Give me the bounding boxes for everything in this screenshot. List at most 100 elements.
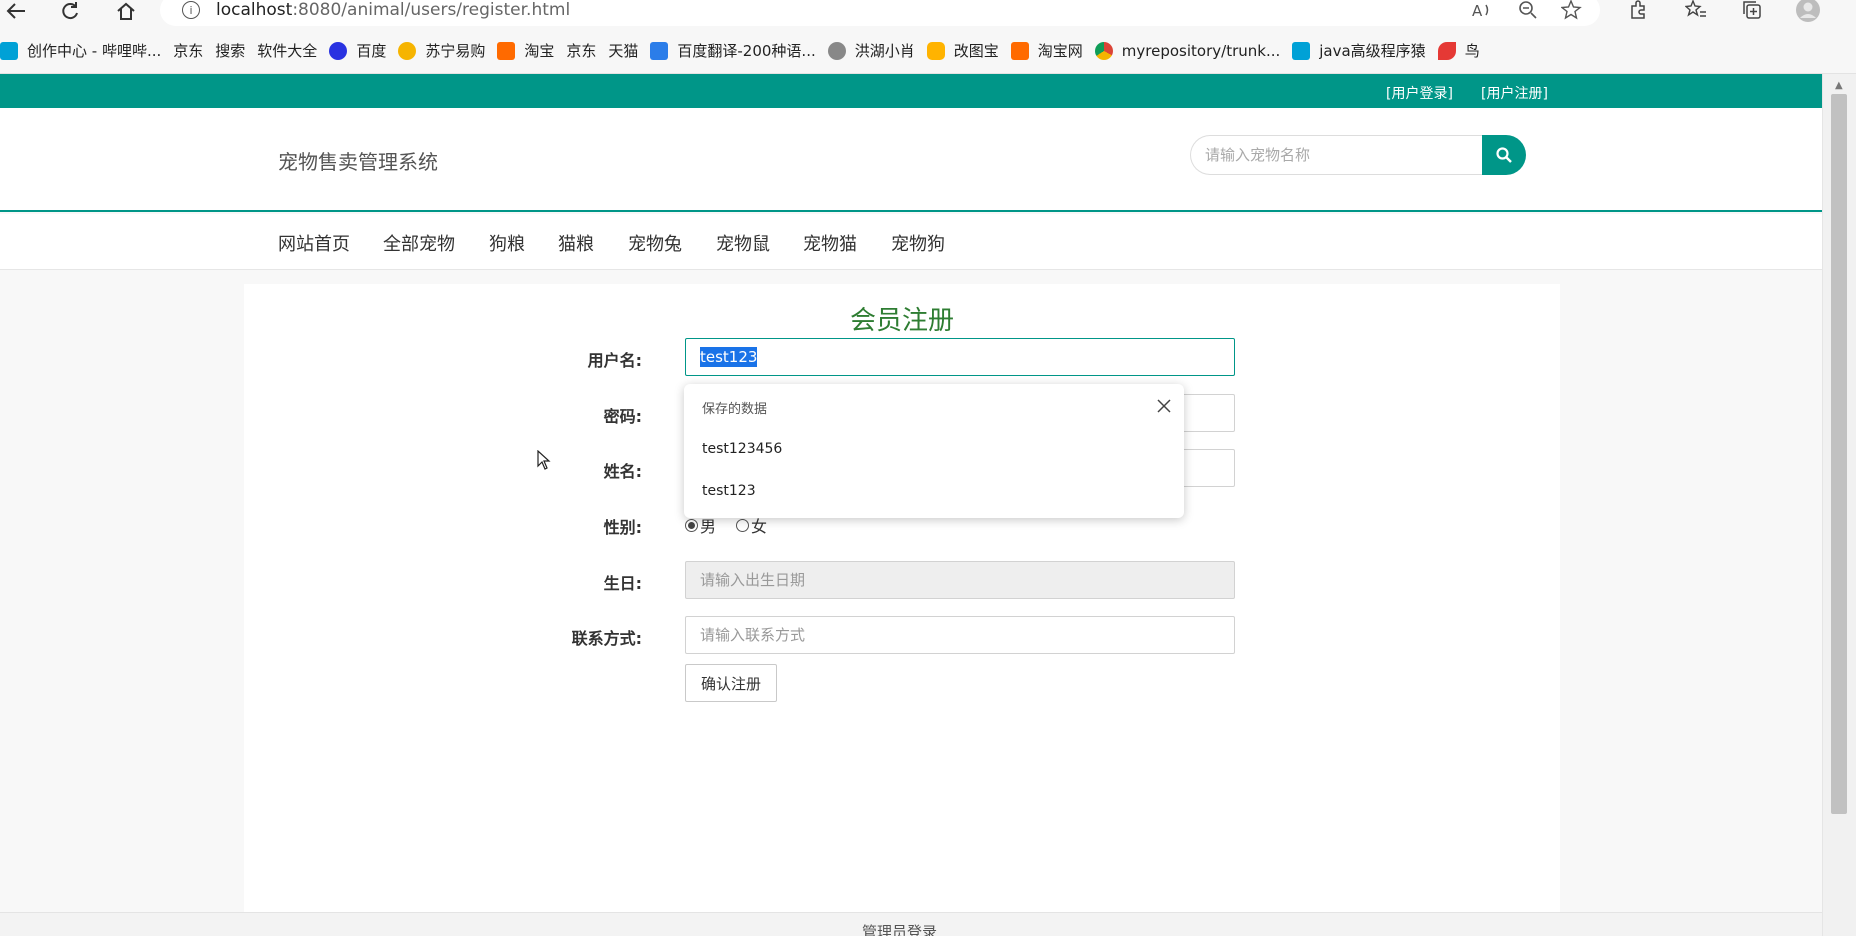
info-icon[interactable]: i — [182, 1, 200, 19]
bookmark-label: 洪湖小肖 — [854, 42, 915, 60]
close-icon[interactable] — [1154, 396, 1174, 416]
scrollbar-thumb[interactable] — [1831, 94, 1847, 814]
confirm-register-button[interactable]: 确认注册 — [685, 664, 777, 702]
gender-female-radio[interactable] — [736, 518, 750, 532]
bookmark-item[interactable]: 京东 — [4, 36, 608, 119]
svg-text:A: A — [1472, 2, 1483, 19]
username-value: test123 — [700, 347, 758, 367]
form-title: 会员注册 — [849, 306, 954, 336]
birthday-label: 生日: — [603, 574, 642, 593]
zoom-out-icon[interactable] — [1514, 0, 1542, 22]
url-text: localhost:8080/animal/users/register.htm… — [216, 0, 571, 20]
chrome-icon — [1094, 41, 1113, 60]
bookmark-label: myrepository/trunk... — [1121, 41, 1281, 60]
bookmark-label: 搜索 — [215, 42, 246, 60]
bookmark-item[interactable]: 天猫 — [4, 36, 650, 119]
bird-icon — [1437, 41, 1456, 60]
admin-login-link[interactable]: 管理员登录 — [862, 921, 937, 936]
bookmark-item[interactable]: 搜索 — [4, 36, 257, 119]
honghu-icon — [827, 41, 846, 60]
nav-item-dog-food[interactable]: 狗粮 — [489, 230, 525, 256]
bookmark-item[interactable]: 鸟 — [1437, 36, 1492, 66]
scroll-up-icon[interactable]: ▲ — [1835, 80, 1843, 91]
top-bar: [用户登录] [用户注册] — [0, 74, 1822, 108]
birthday-input[interactable] — [685, 561, 1235, 599]
site-header: 宠物售卖管理系统 — [0, 108, 1822, 212]
nav-item-rabbit[interactable]: 宠物兔 — [628, 230, 682, 256]
bookmark-item[interactable]: myrepository/trunk... — [1094, 36, 1292, 66]
username-label: 用户名: — [587, 351, 642, 370]
page-scrollbar[interactable]: ▲ — [1822, 74, 1856, 936]
footer: 管理员登录 — [0, 912, 1822, 936]
gender-label: 性别: — [603, 518, 642, 537]
home-icon[interactable] — [112, 0, 140, 22]
refresh-icon[interactable] — [56, 0, 84, 22]
baidu-icon — [329, 41, 348, 60]
autofill-header: 保存的数据 — [702, 402, 768, 417]
read-aloud-icon[interactable]: A — [1468, 0, 1496, 22]
profile-avatar-icon[interactable] — [1794, 0, 1822, 22]
bookmark-label: 淘宝网 — [1037, 42, 1083, 60]
autofill-option[interactable]: test123456 — [702, 441, 782, 457]
taobao-icon — [1010, 41, 1029, 60]
back-icon[interactable] — [2, 0, 30, 22]
autofill-option[interactable]: test123 — [702, 483, 756, 499]
nav-item-all-pets[interactable]: 全部宠物 — [383, 230, 455, 256]
register-panel: 会员注册 用户名: test123 密码: 姓名: 性别: 男 女 生日: 联系… — [244, 284, 1560, 936]
user-login-link[interactable]: [用户登录] — [1386, 83, 1453, 103]
bookmark-label: 天猫 — [608, 42, 639, 60]
mouse-cursor-icon — [537, 450, 551, 470]
user-register-link[interactable]: [用户注册] — [1481, 83, 1548, 103]
bookmark-label: 百度翻译-200种语... — [677, 42, 816, 60]
bookmark-item[interactable]: 苏宁易购 — [398, 36, 497, 66]
bookmark-item[interactable]: 改图宝 — [926, 36, 1011, 66]
bookmark-item[interactable]: 淘宝 — [497, 36, 566, 66]
favorite-add-icon[interactable] — [1558, 0, 1586, 22]
bookmark-label: 百度 — [356, 42, 387, 60]
bookmark-label: 淘宝 — [524, 42, 555, 60]
nav-item-cat-food[interactable]: 猫粮 — [558, 230, 594, 256]
search-icon — [1496, 147, 1512, 163]
bookmarks-bar: 创作中心 - 哔哩哔... 京东 搜索 软件大全 百度 苏宁易购 淘宝 京东 天猫 百度翻译-20… — [0, 28, 1856, 119]
main-nav: 网站首页 全部宠物 狗粮 猫粮 宠物兔 宠物鼠 宠物猫 宠物狗 — [0, 214, 1822, 270]
nav-item-cat[interactable]: 宠物猫 — [803, 230, 857, 256]
bookmark-label: 软件大全 — [257, 42, 318, 60]
site-title: 宠物售卖管理系统 — [278, 150, 438, 174]
bookmark-label: 京东 — [566, 42, 597, 60]
bookmark-label: 京东 — [173, 42, 204, 60]
favorites-icon[interactable] — [1682, 0, 1710, 22]
bookmark-item[interactable]: 京东 — [4, 36, 215, 119]
bilibili-icon — [0, 41, 18, 60]
nav-item-home[interactable]: 网站首页 — [278, 230, 350, 256]
bookmark-label: 苏宁易购 — [425, 42, 486, 60]
bilibili-icon — [1292, 41, 1311, 60]
collections-icon[interactable] — [1738, 0, 1766, 22]
gender-male-radio[interactable] — [685, 518, 698, 532]
autofill-dropdown: 保存的数据 test123456 test123 — [684, 384, 1184, 518]
search-input[interactable] — [1190, 135, 1482, 175]
bookmark-item[interactable]: java高级程序猿 — [1292, 36, 1437, 66]
username-input[interactable]: test123 — [685, 338, 1235, 376]
bookmark-label: java高级程序猿 — [1319, 42, 1426, 60]
bookmark-item[interactable]: 创作中心 - 哔哩哔... — [0, 36, 173, 66]
password-label: 密码: — [603, 407, 642, 426]
bookmark-item[interactable]: 洪湖小肖 — [827, 36, 927, 66]
nav-item-dog[interactable]: 宠物狗 — [891, 230, 945, 256]
bookmark-item[interactable]: 百度翻译-200种语... — [650, 36, 827, 66]
contact-label: 联系方式: — [571, 629, 642, 648]
nav-item-mouse[interactable]: 宠物鼠 — [716, 230, 770, 256]
search-button[interactable] — [1482, 135, 1526, 175]
bookmark-item[interactable]: 百度 — [329, 36, 398, 66]
bookmark-label: 改图宝 — [953, 42, 999, 60]
bookmark-label: 创作中心 - 哔哩哔... — [27, 42, 162, 60]
browser-toolbar: i localhost:8080/animal/users/register.h… — [0, 0, 1856, 28]
suning-icon — [398, 41, 417, 60]
bookmark-item[interactable]: 软件大全 — [4, 36, 329, 119]
contact-input[interactable] — [685, 616, 1235, 654]
bookmark-label: 鸟 — [1464, 42, 1480, 60]
bookmark-item[interactable]: 淘宝网 — [1010, 36, 1095, 66]
translate-icon — [650, 41, 669, 60]
taobao-icon — [497, 41, 516, 60]
extensions-icon[interactable] — [1624, 0, 1652, 22]
address-bar[interactable]: i localhost:8080/animal/users/register.h… — [160, 0, 1600, 26]
